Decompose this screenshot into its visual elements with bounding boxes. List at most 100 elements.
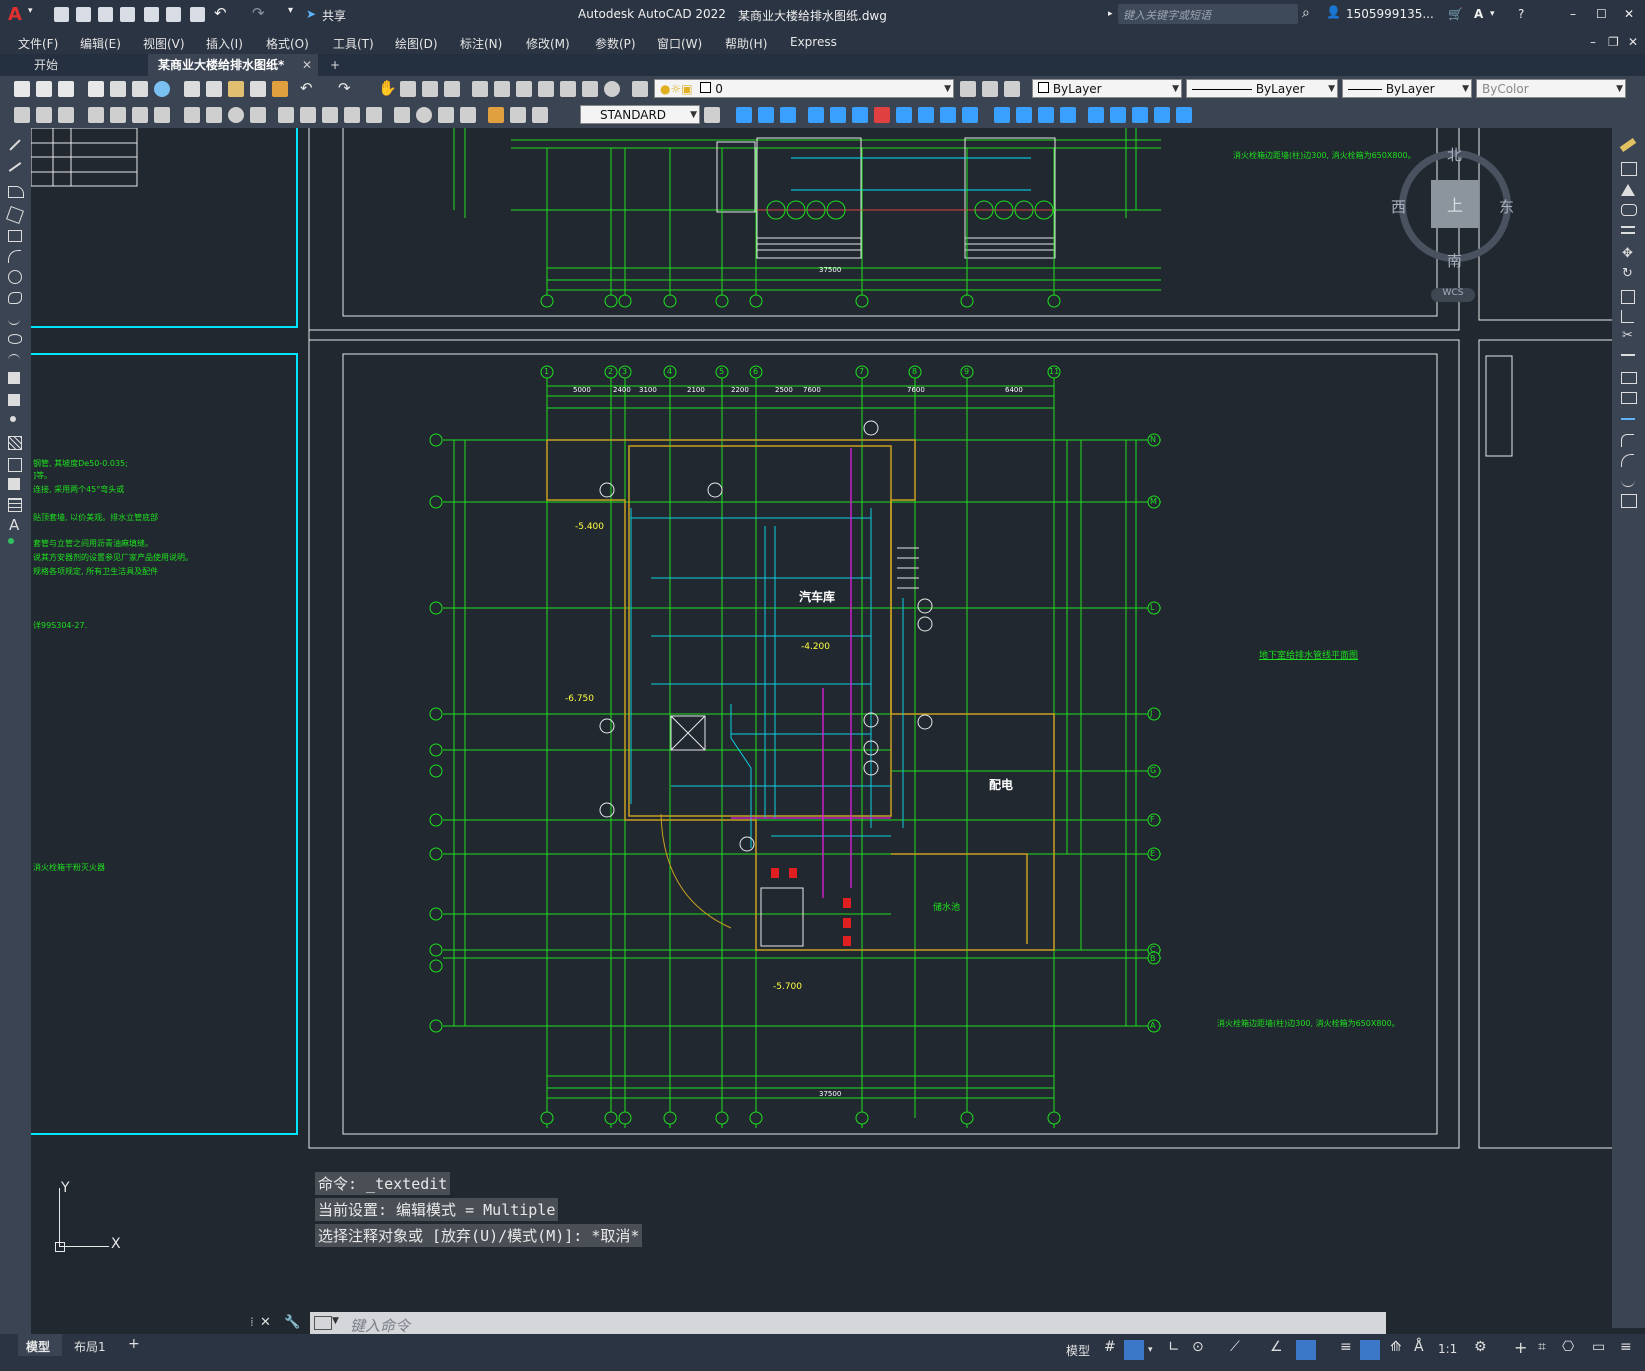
ellipse-arc-icon[interactable] (8, 354, 20, 363)
point-icon[interactable] (10, 416, 16, 422)
undo-icon[interactable]: ↶ (214, 4, 227, 22)
pan-icon[interactable]: ✋ (378, 79, 397, 97)
zoom-window-icon[interactable] (422, 81, 438, 97)
radius-dimension-icon[interactable] (184, 107, 200, 123)
customize-status-icon[interactable]: ≡ (1620, 1339, 1632, 1355)
save-as-icon[interactable] (120, 7, 135, 22)
modify-17-icon[interactable] (1110, 107, 1126, 123)
hatch-icon[interactable] (8, 436, 22, 450)
grid-icon[interactable]: # (1104, 1339, 1116, 1355)
help-toolbar-icon[interactable] (604, 81, 620, 97)
save-icon[interactable] (98, 7, 113, 22)
markup-icon[interactable] (560, 81, 576, 97)
new-file-icon[interactable] (54, 7, 69, 22)
menu-dimension[interactable]: 标注(N) (460, 35, 502, 52)
make-current-layer-icon[interactable] (960, 81, 976, 97)
search-icon[interactable]: ⌕ (1302, 5, 1310, 21)
copy-icon[interactable] (206, 81, 222, 97)
layer-previous-icon[interactable] (982, 81, 998, 97)
menu-format[interactable]: 格式(O) (266, 35, 309, 52)
menu-draw[interactable]: 绘图(D) (395, 35, 438, 52)
menu-parametric[interactable]: 参数(P) (595, 35, 636, 52)
modify-15-icon[interactable] (1060, 107, 1076, 123)
trim-icon[interactable]: ✂ (1622, 328, 1633, 343)
command-customize-icon[interactable]: 🔧 (284, 1315, 300, 1330)
polyline-icon[interactable] (8, 186, 24, 198)
match-properties-icon[interactable] (250, 81, 266, 97)
command-dropdown-icon[interactable]: ▼ (332, 1316, 339, 1326)
auto-scale-icon[interactable]: ⟰ (1390, 1339, 1402, 1355)
join-icon[interactable] (1621, 418, 1635, 420)
continue-dimension-icon[interactable] (322, 107, 338, 123)
menu-view[interactable]: 视图(V) (143, 35, 185, 52)
modify-8-icon[interactable] (896, 107, 912, 123)
undo-toolbar-icon[interactable]: ↶ (300, 79, 313, 97)
modify-14-icon[interactable] (1038, 107, 1054, 123)
search-box[interactable]: 键入关键字或短语 (1118, 4, 1298, 24)
dimension-space-icon[interactable] (344, 107, 360, 123)
ortho-icon[interactable]: ∟ (1168, 1339, 1180, 1355)
plot-icon[interactable] (190, 7, 205, 22)
polar-tracking-icon[interactable]: ⊙ (1192, 1339, 1204, 1355)
zoom-previous-icon[interactable] (444, 81, 460, 97)
command-close-icon[interactable]: ✕ (260, 1315, 271, 1330)
open-file-icon[interactable] (76, 7, 91, 22)
share-button[interactable]: 共享 (322, 7, 346, 24)
dimension-update-icon[interactable] (532, 107, 548, 123)
layout-tab-model[interactable]: 模型 (18, 1334, 62, 1356)
sheet-set-icon[interactable] (538, 81, 554, 97)
dimension-style-icon[interactable] (704, 107, 720, 123)
modify-16-icon[interactable] (1088, 107, 1104, 123)
plotstyle-combo[interactable]: ByColor ▼ (1476, 79, 1626, 98)
units-icon[interactable]: ⌗ (1538, 1339, 1546, 1355)
modify-9-icon[interactable] (918, 107, 934, 123)
array-icon[interactable] (1621, 226, 1635, 238)
menu-insert[interactable]: 插入(I) (206, 35, 243, 52)
new-icon[interactable] (14, 81, 30, 97)
angular-dimension-icon[interactable] (250, 107, 266, 123)
jogged-dimension-icon[interactable] (206, 107, 222, 123)
command-history-icon[interactable] (314, 1316, 332, 1330)
text-style-combo[interactable]: STANDARD ▼ (580, 105, 700, 124)
add-selected-icon[interactable] (8, 538, 14, 544)
menu-file[interactable]: 文件(F) (18, 35, 58, 52)
erase-icon[interactable] (1619, 137, 1637, 153)
menu-help[interactable]: 帮助(H) (725, 35, 767, 52)
viewcube-face[interactable]: 上 (1431, 180, 1479, 228)
cart-icon[interactable]: 🛒 (1448, 7, 1463, 21)
search-expand-icon[interactable]: ▸ (1108, 9, 1113, 19)
doc-restore-icon[interactable]: ❐ (1608, 35, 1619, 49)
save-toolbar-icon[interactable] (58, 81, 74, 97)
rotate-icon[interactable]: ↻ (1622, 266, 1633, 281)
center-mark-icon[interactable] (416, 107, 432, 123)
linetype-combo[interactable]: ByLayer ▼ (1186, 79, 1338, 98)
autocad-logo-icon[interactable]: A (8, 4, 22, 25)
polygon-icon[interactable] (6, 206, 24, 224)
extend-icon[interactable] (1621, 354, 1635, 356)
tab-close-icon[interactable]: ✕ (302, 54, 312, 76)
properties-icon[interactable] (472, 81, 488, 97)
revision-cloud-icon[interactable] (8, 292, 22, 304)
plot-preview-icon[interactable] (110, 81, 126, 97)
menu-window[interactable]: 窗口(W) (657, 35, 702, 52)
insert-block-icon[interactable] (8, 372, 20, 384)
lineweight-display-icon[interactable]: ≡ (1340, 1339, 1352, 1355)
publish-icon[interactable] (132, 81, 148, 97)
customize-quick-access-icon[interactable]: ▾ (288, 5, 293, 16)
close-icon[interactable]: ✕ (1624, 7, 1634, 21)
diameter-dimension-icon[interactable] (228, 107, 244, 123)
gradient-icon[interactable] (8, 458, 22, 472)
modify-1-icon[interactable] (736, 107, 752, 123)
region-icon[interactable] (8, 478, 20, 490)
tool-palettes-icon[interactable] (516, 81, 532, 97)
annotation-scale-value[interactable]: 1:1 (1438, 1342, 1457, 1356)
table-icon[interactable] (8, 498, 22, 512)
layer-combo[interactable]: ●☼▣ 0 ▼ (654, 79, 954, 98)
design-center-icon[interactable] (494, 81, 510, 97)
maximize-icon[interactable]: ☐ (1596, 7, 1607, 21)
viewcube-west[interactable]: 西 (1391, 196, 1406, 217)
break-icon[interactable] (1621, 392, 1637, 404)
baseline-dimension-icon[interactable] (300, 107, 316, 123)
add-layout-icon[interactable]: + (128, 1336, 140, 1352)
redo-icon[interactable]: ↷ (252, 4, 265, 22)
